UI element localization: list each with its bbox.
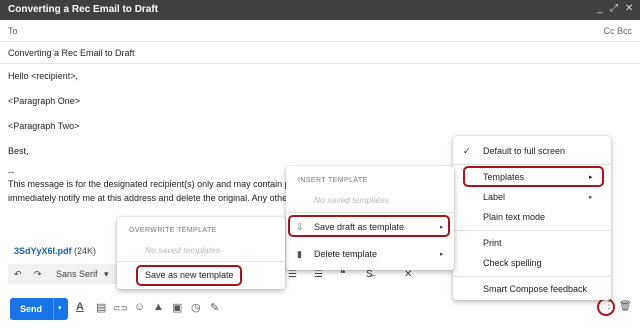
menu-item-label[interactable]: Label [483,192,505,202]
insert-template-header: INSERT TEMPLATE [298,177,368,184]
send-divider [53,298,54,320]
send-options-icon[interactable]: ▾ [58,304,62,312]
menu-item-check-spelling[interactable]: Check spelling [483,258,542,268]
templates-highlight [463,166,604,187]
insert-link-icon[interactable]: ⊂⊃ [113,303,128,314]
menu-item-default-full-screen[interactable]: Default to full screen [483,146,565,156]
body-line: immediately notify me at this address an… [8,193,303,203]
font-selector[interactable]: Sans Serif [56,269,98,279]
redo-icon[interactable]: ↷ [34,269,42,280]
no-saved-templates-text: No saved templates [314,195,390,205]
attachment-size: (24K) [74,246,97,256]
text-format-icon[interactable]: A [76,301,84,313]
close-icon[interactable]: ✕ [625,3,633,14]
menu-item-print[interactable]: Print [483,238,502,248]
send-button[interactable]: Send ▾ [10,298,68,320]
menu-divider [453,230,611,231]
undo-icon[interactable]: ↶ [14,269,22,280]
subject-field[interactable]: Converting a Rec Email to Draft [0,42,640,64]
menu-item-smart-compose-feedback[interactable]: Smart Compose feedback [483,284,587,294]
to-label: To [8,26,18,36]
attachment-chip[interactable]: 3SdYyX6l.pdf (24K) [14,246,96,256]
compose-title-bar: Converting a Rec Email to Draft _ ⤢ ✕ [0,0,640,20]
indent-icon[interactable]: ☰ [314,269,323,280]
photo-icon[interactable]: ▣ [172,301,182,314]
signature-icon[interactable]: ✎ [210,301,219,314]
menu-divider [453,276,611,277]
strikethrough-icon[interactable]: S̶ [366,269,373,280]
bulleted-list-icon[interactable]: ☰ [288,269,297,280]
compose-window-title: Converting a Rec Email to Draft [8,4,159,15]
save-new-template-highlight [136,265,242,286]
body-line: This message is for the designated recip… [8,179,304,189]
signature-separator: -- [8,167,14,177]
delete-icon: ▮ [297,249,302,259]
trash-icon[interactable]: 🗑 [619,301,632,312]
body-line: <Paragraph One> [8,96,81,106]
cc-bcc-link[interactable]: Cc Bcc [603,26,632,36]
emoji-icon[interactable]: ☺ [134,301,145,313]
attachment-name[interactable]: 3SdYyX6l.pdf [14,246,72,256]
overwrite-template-header: OVERWRITE TEMPLATE [129,227,217,234]
drive-icon[interactable]: ▲ [153,301,164,313]
no-saved-templates-text: No saved templates [145,245,221,255]
save-draft-highlight [288,215,450,237]
menu-divider [453,164,611,165]
to-field[interactable]: To Cc Bcc [0,20,640,42]
send-label: Send [20,304,43,314]
body-line: Best, [8,146,29,156]
attach-file-icon[interactable]: ▤ [96,301,106,314]
subject-text: Converting a Rec Email to Draft [8,48,135,58]
chevron-right-icon: ▸ [440,251,444,258]
expand-icon[interactable]: ⤢ [610,3,618,14]
check-icon: ✓ [463,146,471,156]
chevron-down-icon[interactable]: ▾ [104,269,109,280]
confidential-icon[interactable]: ◷ [191,301,201,314]
chevron-right-icon: ▸ [589,194,593,201]
menu-item-plain-text[interactable]: Plain text mode [483,212,545,222]
quote-icon[interactable]: ❝ [340,269,345,280]
remove-formatting-icon[interactable]: ✕ [404,269,412,280]
menu-divider [286,212,454,213]
body-line: Hello <recipient>, [8,71,79,81]
menu-divider [117,261,285,262]
body-line: <Paragraph Two> [8,121,80,131]
minimize-icon[interactable]: _ [597,3,603,14]
more-options-icon[interactable]: ⋮ [604,300,614,311]
more-options-menu: ✓ Default to full screen Templates ▸ Lab… [453,136,611,300]
menu-item-delete-template[interactable]: Delete template [314,249,377,259]
